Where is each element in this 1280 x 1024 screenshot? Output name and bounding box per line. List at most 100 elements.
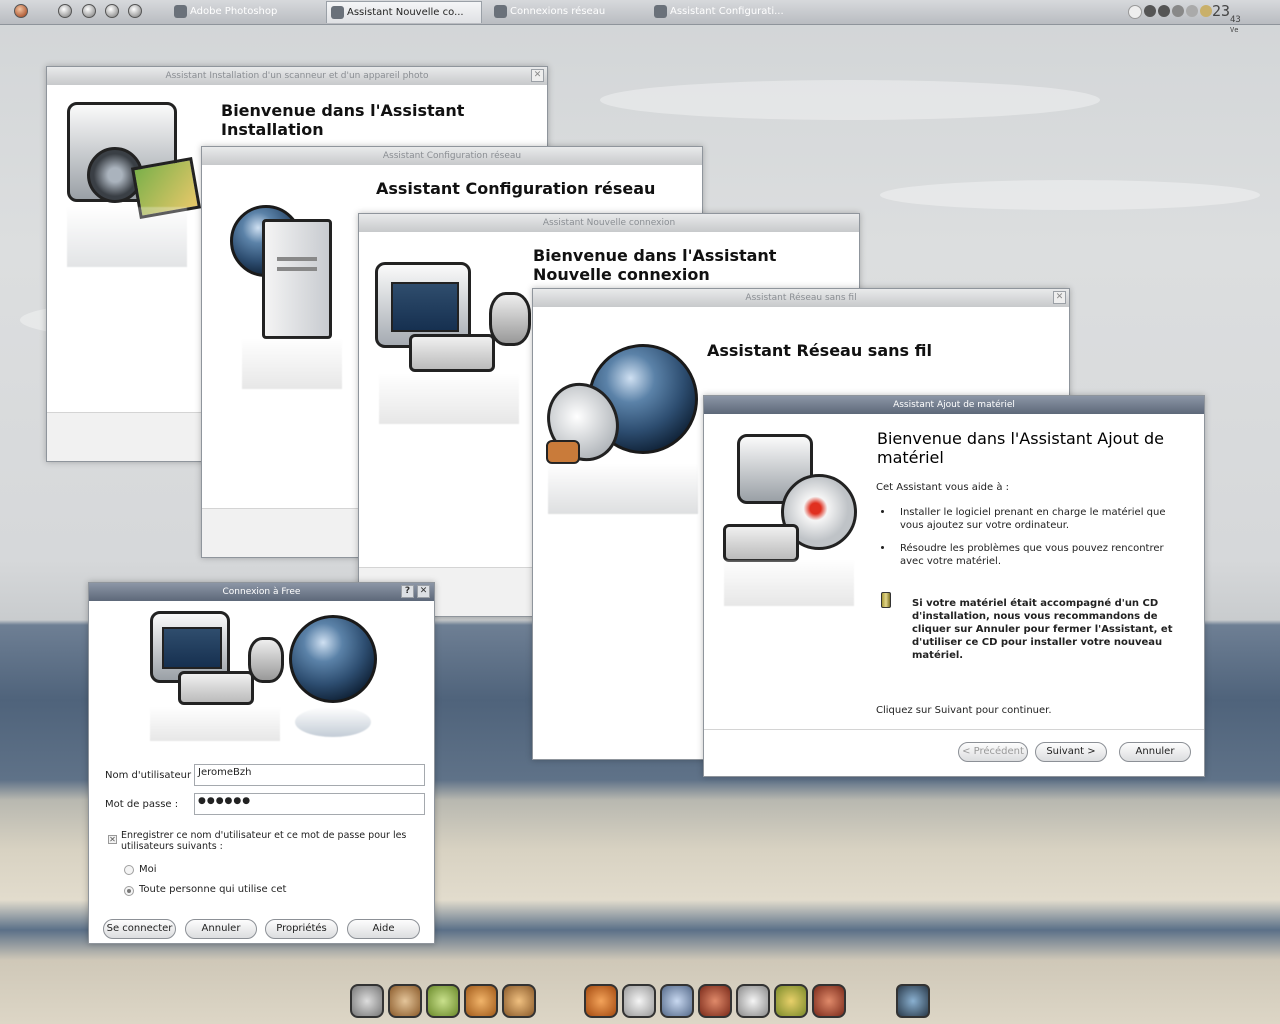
network-icon[interactable] bbox=[502, 984, 536, 1018]
system-tray: 23 43 Ve bbox=[1120, 0, 1280, 34]
wizard-footer: < Précédent Suivant > Annuler bbox=[704, 729, 1204, 776]
window-title: Assistant Ajout de matériel bbox=[893, 400, 1015, 410]
previous-button[interactable]: < Précédent bbox=[958, 742, 1028, 762]
dock bbox=[340, 980, 940, 1024]
app-g-icon[interactable] bbox=[698, 984, 732, 1018]
tray-arrow-icon[interactable] bbox=[1128, 5, 1142, 19]
usb-icon[interactable] bbox=[1172, 5, 1184, 17]
window-title: Assistant Nouvelle connexion bbox=[542, 218, 676, 228]
radio-me[interactable] bbox=[124, 865, 134, 875]
pause-icon[interactable] bbox=[58, 4, 72, 18]
help-button[interactable]: Aide bbox=[347, 919, 420, 939]
start-orb-icon[interactable] bbox=[14, 4, 28, 18]
trash-icon[interactable] bbox=[896, 984, 930, 1018]
taskbar: Adobe Photoshop Assistant Nouvelle co...… bbox=[0, 0, 1280, 34]
window-titlebar[interactable]: Assistant Réseau sans fil bbox=[533, 289, 1069, 307]
wizard-continue-text: Cliquez sur Suivant pour continuer. bbox=[876, 705, 1052, 716]
wizard-heading: Assistant Configuration réseau bbox=[376, 179, 656, 198]
window-title: Assistant Configuration réseau bbox=[382, 151, 522, 161]
security-icon[interactable] bbox=[1186, 5, 1198, 17]
tools-icon[interactable] bbox=[350, 984, 384, 1018]
password-input[interactable]: ●●●●●● bbox=[194, 793, 425, 815]
task-label: Adobe Photoshop bbox=[190, 6, 278, 17]
mail-icon[interactable] bbox=[622, 984, 656, 1018]
close-icon[interactable]: ✕ bbox=[417, 585, 430, 598]
cancel-button[interactable]: Annuler bbox=[1119, 742, 1191, 762]
bullet-icon bbox=[881, 510, 884, 513]
task-label: Assistant Configurati... bbox=[670, 6, 784, 17]
globe-icon bbox=[289, 615, 381, 745]
previous-icon[interactable] bbox=[105, 4, 119, 18]
window-title: Connexion à Free bbox=[222, 587, 301, 597]
wizard-heading: Assistant Réseau sans fil bbox=[707, 341, 932, 360]
stop-icon[interactable] bbox=[82, 4, 96, 18]
sky-cloud bbox=[880, 180, 1260, 210]
network-connections-icon bbox=[494, 5, 507, 18]
task-label: Assistant Nouvelle co... bbox=[347, 7, 464, 18]
cancel-button[interactable]: Annuler bbox=[185, 919, 257, 939]
window-titlebar[interactable]: Assistant Ajout de matériel bbox=[704, 396, 1204, 414]
username-label: Nom d'utilisateur : bbox=[105, 770, 198, 781]
computer-network-icon bbox=[144, 611, 284, 751]
documents-icon[interactable] bbox=[426, 984, 460, 1018]
wizard-bullet: Installer le logiciel prenant en charge … bbox=[900, 507, 1166, 531]
password-label: Mot de passe : bbox=[105, 799, 179, 810]
next-button[interactable]: Suivant > bbox=[1035, 742, 1107, 762]
properties-button[interactable]: Propriétés bbox=[265, 919, 338, 939]
clock-minutes: 43 bbox=[1230, 15, 1241, 25]
wizard-heading: Bienvenue dans l'Assistant Installation bbox=[221, 101, 465, 139]
wizard-cd-note: Si votre matériel était accompagné d'un … bbox=[912, 598, 1173, 661]
window-titlebar[interactable]: Assistant Installation d'un scanneur et … bbox=[47, 67, 547, 85]
wizard-bullet: Résoudre les problèmes que vous pouvez r… bbox=[900, 543, 1164, 567]
photoshop-icon bbox=[174, 5, 187, 18]
clock-hours: 23 bbox=[1211, 2, 1230, 20]
radio-everyone-label: Toute personne qui utilise cet bbox=[139, 884, 287, 895]
wizard-heading: Bienvenue dans l'Assistant Ajout de maté… bbox=[877, 429, 1164, 467]
window-titlebar[interactable]: Assistant Configuration réseau bbox=[202, 147, 702, 165]
task-connexions-reseau[interactable]: Connexions réseau bbox=[490, 1, 640, 23]
task-nouvelle-connexion[interactable]: Assistant Nouvelle co... bbox=[326, 1, 482, 23]
network-wizard-icon bbox=[331, 6, 344, 19]
pictures-icon[interactable] bbox=[774, 984, 808, 1018]
window-titlebar[interactable]: Assistant Nouvelle connexion bbox=[359, 214, 859, 232]
clock-day: Ve bbox=[1230, 26, 1239, 34]
cd-info-icon bbox=[881, 592, 891, 608]
computer-network-icon bbox=[369, 262, 531, 442]
network-icon[interactable] bbox=[1158, 5, 1170, 17]
network-setup-icon bbox=[654, 5, 667, 18]
window-free-login[interactable]: Connexion à Free ? ✕ Nom d'utilisateur :… bbox=[88, 582, 435, 944]
next-icon[interactable] bbox=[128, 4, 142, 18]
close-icon[interactable]: ✕ bbox=[1053, 291, 1066, 304]
save-credentials-checkbox[interactable]: ✕ bbox=[108, 835, 117, 844]
wireless-globe-icon bbox=[534, 344, 703, 524]
wizard-intro: Cet Assistant vous aide à : bbox=[876, 482, 1009, 493]
username-input[interactable]: JeromeBzh bbox=[194, 764, 425, 786]
task-configuration-reseau[interactable]: Assistant Configurati... bbox=[650, 1, 800, 23]
sky-cloud bbox=[600, 80, 1100, 120]
firefox-icon[interactable] bbox=[584, 984, 618, 1018]
home-icon[interactable] bbox=[388, 984, 422, 1018]
task-label: Connexions réseau bbox=[510, 6, 606, 17]
radio-me-label: Moi bbox=[139, 864, 157, 875]
connect-button[interactable]: Se connecter bbox=[103, 919, 176, 939]
bullet-icon bbox=[881, 546, 884, 549]
camera-icon[interactable] bbox=[736, 984, 770, 1018]
window-add-hardware-wizard[interactable]: Assistant Ajout de matériel Bienvenue da… bbox=[703, 395, 1205, 777]
network-server-icon bbox=[222, 197, 342, 397]
media-player-icon[interactable] bbox=[464, 984, 498, 1018]
save-credentials-label: Enregistrer ce nom d'utilisateur et ce m… bbox=[121, 830, 407, 852]
hardware-webcam-icon bbox=[719, 434, 859, 614]
task-photoshop[interactable]: Adobe Photoshop bbox=[170, 1, 320, 23]
app-g2-icon[interactable] bbox=[812, 984, 846, 1018]
window-titlebar[interactable]: Connexion à Free bbox=[89, 583, 434, 601]
radio-everyone[interactable] bbox=[124, 886, 134, 896]
clock[interactable]: 23 43 Ve bbox=[1211, 2, 1252, 34]
help-icon[interactable]: ? bbox=[401, 585, 414, 598]
window-title: Assistant Réseau sans fil bbox=[745, 293, 857, 303]
camera-scanner-icon bbox=[67, 102, 202, 302]
wizard-heading: Bienvenue dans l'Assistant Nouvelle conn… bbox=[533, 246, 777, 284]
close-icon[interactable]: ✕ bbox=[531, 69, 544, 82]
messenger-icon[interactable] bbox=[660, 984, 694, 1018]
volume-icon[interactable] bbox=[1144, 5, 1156, 17]
messenger-icon[interactable] bbox=[1200, 5, 1212, 17]
